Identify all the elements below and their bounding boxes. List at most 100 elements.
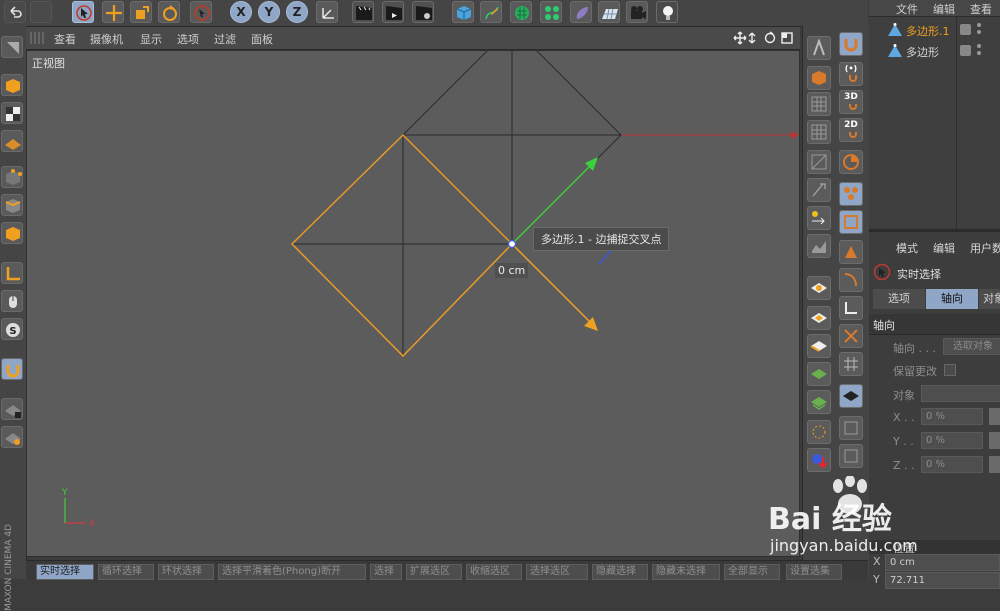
cmd-live-select[interactable]: 实时选择 bbox=[36, 564, 94, 580]
snap-quantize-icon[interactable] bbox=[839, 384, 863, 408]
keep-changes-checkbox[interactable] bbox=[944, 364, 956, 376]
menu-view[interactable]: 查看 bbox=[54, 31, 76, 47]
cmd-select-selection[interactable]: 选择选区 bbox=[526, 564, 588, 580]
undo-icon[interactable] bbox=[4, 1, 26, 23]
scale-icon[interactable] bbox=[130, 1, 152, 23]
snap-perpendicular-icon[interactable] bbox=[839, 296, 863, 320]
snap-edge-intersect-icon[interactable] bbox=[839, 210, 863, 234]
snap-settings-icon[interactable] bbox=[839, 444, 863, 468]
light-icon[interactable] bbox=[656, 1, 678, 23]
lock-workplane-icon[interactable] bbox=[1, 398, 23, 420]
z-axis-lock-icon[interactable]: Z bbox=[286, 1, 308, 23]
snap-midpoint-icon[interactable] bbox=[839, 268, 863, 292]
grid-2-icon[interactable] bbox=[807, 120, 831, 144]
editor-visibility-dot[interactable] bbox=[977, 44, 981, 48]
snap-grid-icon[interactable] bbox=[839, 352, 863, 376]
snap-dynamic-guide-icon[interactable] bbox=[839, 416, 863, 440]
snap-edge-point-icon[interactable] bbox=[839, 240, 863, 264]
cmd-shrink-selection[interactable]: 收缩选区 bbox=[466, 564, 522, 580]
object-row-polygon-1[interactable]: 多边形.1 bbox=[869, 20, 1000, 40]
model-mode-icon[interactable] bbox=[1, 74, 23, 96]
tab-options[interactable]: 选项 bbox=[873, 289, 925, 309]
tab-object[interactable]: 对象 bbox=[979, 289, 1000, 309]
snap-face-icon[interactable] bbox=[807, 276, 831, 300]
cmd-select[interactable]: 选择 bbox=[370, 564, 402, 580]
edges-mode-icon[interactable] bbox=[1, 194, 23, 216]
brush-icon[interactable] bbox=[807, 178, 831, 202]
points-mode-icon[interactable] bbox=[1, 166, 23, 188]
cmd-ring-select[interactable]: 环状选择 bbox=[158, 564, 214, 580]
x-coord-slider[interactable] bbox=[989, 408, 1000, 425]
menu-edit[interactable]: 编辑 bbox=[933, 1, 955, 17]
tweak-mode-icon[interactable] bbox=[1, 290, 23, 312]
array-icon[interactable] bbox=[540, 1, 562, 23]
snap-guide-icon[interactable] bbox=[807, 420, 831, 444]
menu-edit[interactable]: 编辑 bbox=[933, 240, 955, 256]
bone-tool-icon[interactable] bbox=[807, 36, 831, 60]
grid-3-icon[interactable] bbox=[807, 150, 831, 174]
auto-snap-icon[interactable]: (•) bbox=[839, 62, 863, 86]
rotate-icon[interactable] bbox=[158, 1, 180, 23]
y-coord-input[interactable]: 0 % bbox=[921, 432, 983, 449]
move-icon[interactable] bbox=[102, 1, 124, 23]
pick-object-button[interactable]: 选取对象 bbox=[943, 338, 1000, 355]
floor-icon[interactable] bbox=[598, 1, 620, 23]
texture-mode-icon[interactable] bbox=[1, 102, 23, 124]
object-row-polygon[interactable]: 多边形 bbox=[869, 41, 1000, 61]
camera-icon[interactable] bbox=[626, 1, 648, 23]
menu-display[interactable]: 显示 bbox=[140, 31, 162, 47]
enable-axis-icon[interactable] bbox=[1, 262, 23, 284]
y-coord-slider[interactable] bbox=[989, 432, 1000, 449]
render-visibility-dot[interactable] bbox=[977, 30, 981, 34]
terrain-icon[interactable] bbox=[807, 234, 831, 258]
z-coord-input[interactable]: 0 % bbox=[921, 456, 983, 473]
render-picture-viewer-icon[interactable] bbox=[382, 1, 404, 23]
viewport-front[interactable]: 正视图 Y X 多边形.1 - 边捕捉交叉点 0 cm bbox=[26, 50, 800, 557]
render-visibility-dot[interactable] bbox=[977, 51, 981, 55]
menu-view[interactable]: 查看 bbox=[970, 1, 992, 17]
snap-2d-icon[interactable]: 2D bbox=[839, 118, 863, 142]
y-axis-lock-icon[interactable]: Y bbox=[258, 1, 280, 23]
solo-icon[interactable]: S bbox=[1, 318, 23, 340]
world-coordinates-icon[interactable] bbox=[316, 1, 338, 23]
cmd-phong-break[interactable]: 选择平滑着色(Phong)断开 bbox=[218, 564, 366, 580]
cmd-hide-selected[interactable]: 隐藏选择 bbox=[592, 564, 648, 580]
redo-icon[interactable] bbox=[30, 1, 52, 23]
visibility-toggle-icon[interactable] bbox=[960, 24, 971, 35]
cube-orange-icon[interactable] bbox=[807, 66, 831, 90]
xyz-align-icon[interactable] bbox=[807, 206, 831, 230]
cmd-loop-select[interactable]: 循环选择 bbox=[98, 564, 154, 580]
live-select-icon[interactable] bbox=[72, 1, 94, 23]
y-position-input[interactable]: 72.711 bbox=[885, 572, 1000, 589]
snap-polygon-icon[interactable] bbox=[807, 306, 831, 330]
tab-axis[interactable]: 轴向 bbox=[926, 289, 978, 309]
subdivision-icon[interactable] bbox=[510, 1, 532, 23]
snap-intersect-icon[interactable] bbox=[839, 324, 863, 348]
editor-visibility-dot[interactable] bbox=[977, 23, 981, 27]
planar-workplane-icon[interactable] bbox=[1, 426, 23, 448]
render-view-icon[interactable] bbox=[352, 1, 374, 23]
cmd-set-selection[interactable]: 设置选集 bbox=[786, 564, 842, 580]
snap-grid-point-icon[interactable] bbox=[807, 390, 831, 414]
enable-snap-icon[interactable] bbox=[839, 32, 863, 56]
render-settings-icon[interactable] bbox=[412, 1, 434, 23]
snap-workplane-icon[interactable] bbox=[807, 448, 831, 472]
object-field[interactable] bbox=[921, 385, 1000, 402]
workplane-mode-icon[interactable] bbox=[1, 130, 23, 152]
menu-filter[interactable]: 过滤 bbox=[214, 31, 236, 47]
cmd-hide-unselected[interactable]: 隐藏未选择 bbox=[652, 564, 720, 580]
menu-options[interactable]: 选项 bbox=[177, 31, 199, 47]
pen-spline-icon[interactable] bbox=[480, 1, 502, 23]
cmd-grow-selection[interactable]: 扩展选区 bbox=[406, 564, 462, 580]
menu-mode[interactable]: 模式 bbox=[896, 240, 918, 256]
make-editable-icon[interactable] bbox=[1, 36, 23, 58]
z-coord-slider[interactable] bbox=[989, 456, 1000, 473]
x-coord-input[interactable]: 0 % bbox=[921, 408, 983, 425]
menu-panel[interactable]: 面板 bbox=[251, 31, 273, 47]
visibility-toggle-icon[interactable] bbox=[960, 45, 971, 56]
polygons-mode-icon[interactable] bbox=[1, 222, 23, 244]
menu-user-data[interactable]: 用户数 bbox=[970, 240, 1000, 256]
deformer-icon[interactable] bbox=[570, 1, 592, 23]
menu-file[interactable]: 文件 bbox=[896, 1, 918, 17]
view-navigation-icons[interactable] bbox=[732, 30, 796, 46]
